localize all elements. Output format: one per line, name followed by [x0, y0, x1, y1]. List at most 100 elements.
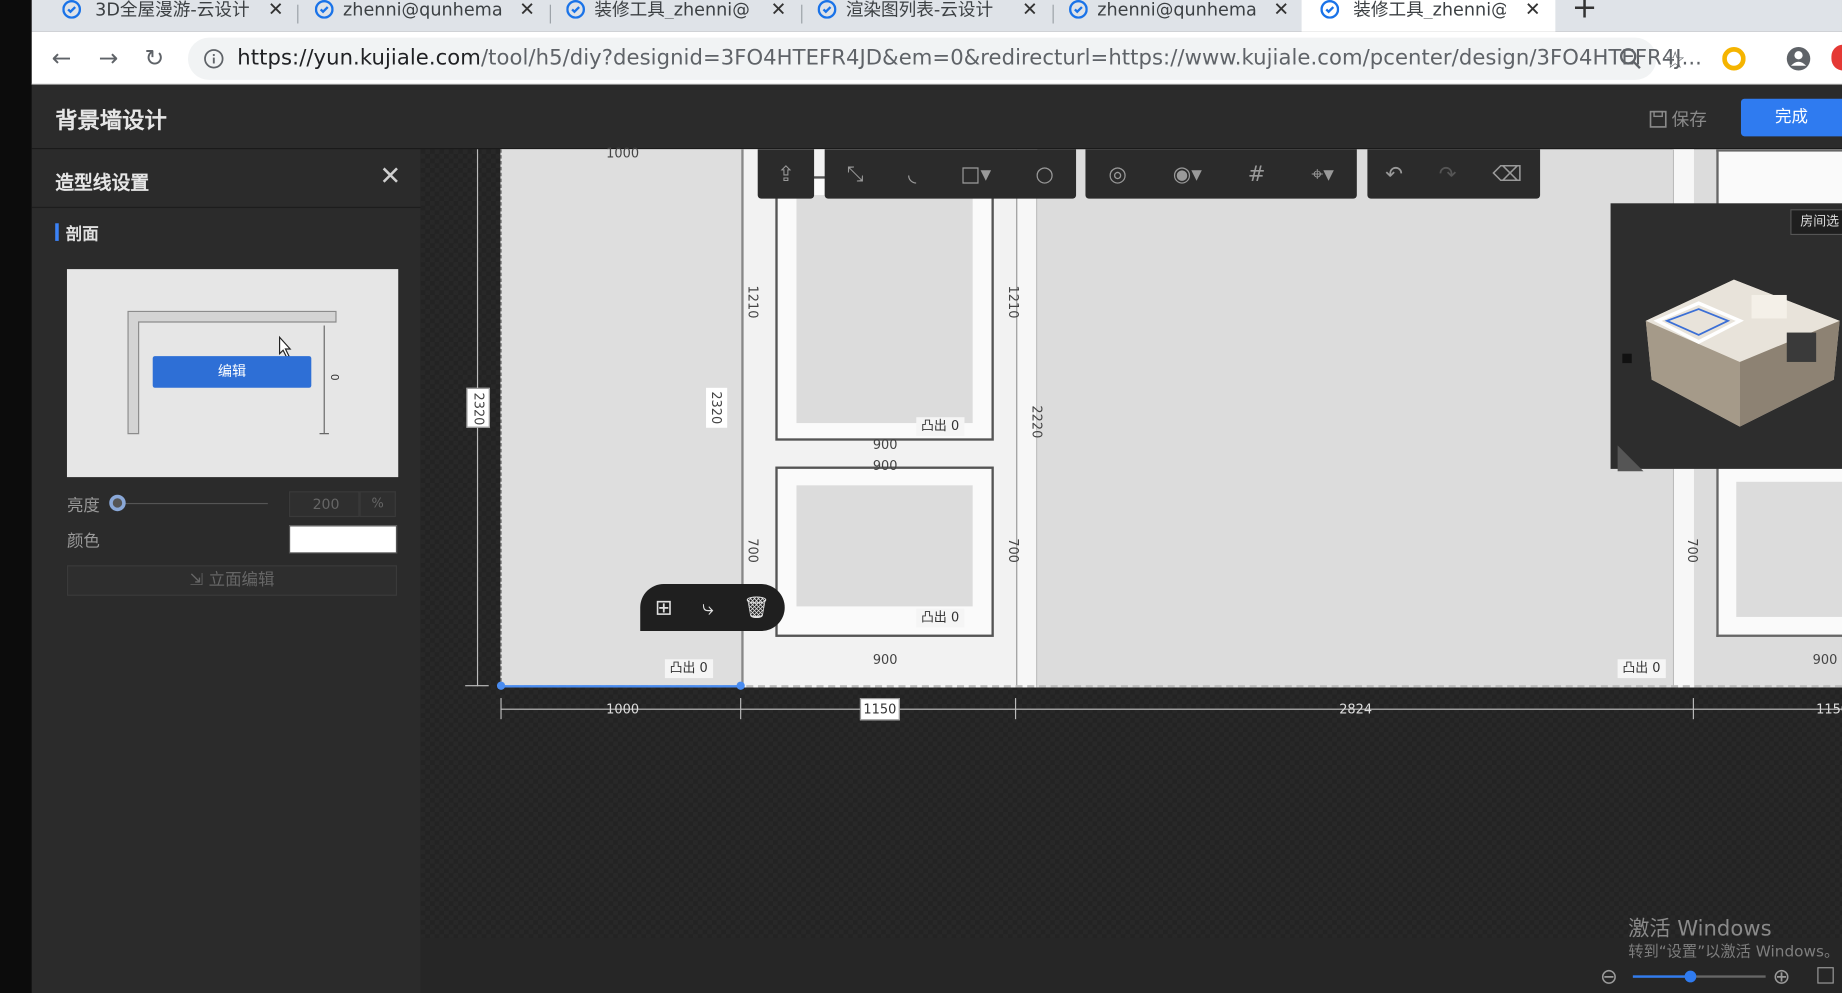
tab-close-icon[interactable]: ✕: [771, 0, 787, 19]
path-tool-icon[interactable]: ⤷: [702, 595, 714, 620]
dimension-label: 700: [1684, 538, 1700, 563]
redo-icon[interactable]: ↷: [1439, 162, 1457, 187]
brightness-slider-track[interactable]: [117, 502, 268, 505]
tab-close-icon[interactable]: ✕: [1525, 0, 1541, 19]
add-frame-icon[interactable]: ⊞: [655, 595, 673, 620]
selection-handle[interactable]: [736, 681, 745, 690]
save-label: 保存: [1671, 109, 1707, 131]
selection-handle[interactable]: [496, 681, 506, 690]
dimension-label: 900: [872, 437, 898, 453]
color-swatch[interactable]: [288, 525, 398, 554]
toolbar-group-upload: ⇪: [757, 149, 815, 199]
brightness-input[interactable]: 200: [288, 491, 360, 518]
site-favicon-icon: [1320, 0, 1340, 19]
browser-tab-1[interactable]: 3D全屋漫游-云设计 ✕: [32, 0, 297, 32]
site-favicon-icon: [817, 0, 837, 19]
zoom-in-icon[interactable]: ⊕: [1773, 965, 1791, 990]
protrusion-tag: 凸出 0: [916, 417, 964, 436]
dimension-label: 1210: [744, 285, 761, 319]
resize-corner-icon[interactable]: [1617, 445, 1644, 472]
preview-dimension: 0: [327, 373, 340, 381]
line-tool-icon[interactable]: ⤡: [847, 162, 864, 187]
toolbar-group-draw: ⤡ ◟ □▾ ○: [824, 149, 1077, 199]
arc-tool-icon[interactable]: ◟: [908, 162, 916, 187]
site-favicon-icon: [62, 0, 82, 19]
eraser-icon[interactable]: ⌫: [1492, 162, 1522, 187]
brightness-slider-handle[interactable]: [109, 494, 126, 512]
edit-profile-button[interactable]: 编辑: [152, 356, 312, 388]
save-icon: [1649, 110, 1667, 128]
brightness-unit: %: [359, 491, 396, 518]
selected-edge[interactable]: [500, 685, 742, 688]
zoom-slider-handle[interactable]: [1684, 970, 1697, 983]
dimension-input[interactable]: 1150: [859, 698, 900, 721]
undo-icon[interactable]: ↶: [1385, 162, 1403, 187]
dimension-label: 1210: [1005, 285, 1021, 319]
eye-visibility-icon[interactable]: ◉▾: [1173, 162, 1202, 187]
elevation-edit-button[interactable]: ⇲ 立面编辑: [66, 565, 398, 596]
dimension-label: 2220: [1029, 405, 1045, 439]
page-title: 背景墙设计: [55, 108, 167, 134]
back-arrow-icon[interactable]: ←: [52, 45, 72, 71]
tab-close-icon[interactable]: ✕: [1022, 0, 1038, 19]
target-tool-icon[interactable]: ◎: [1108, 162, 1126, 187]
rectangle-tool-icon[interactable]: □▾: [961, 162, 992, 187]
3d-minimap[interactable]: [1610, 203, 1842, 472]
app-header: [31, 84, 1842, 150]
dimension-box: 2320: [706, 387, 728, 428]
zoom-search-icon[interactable]: [1619, 47, 1642, 75]
forward-arrow-icon[interactable]: →: [99, 45, 119, 71]
section-accent: [55, 223, 59, 241]
browser-tab-4[interactable]: 渲染图列表-云设计 ✕: [787, 0, 1038, 32]
dimension-label: 1000: [606, 701, 640, 717]
dimension-tick: [465, 685, 489, 687]
toolbar-group-history: ↶ ↷ ⌫: [1367, 149, 1541, 199]
browser-tab-6-active[interactable]: 装修工具_zhenni@ ✕: [1301, 0, 1556, 32]
trash-icon[interactable]: 🗑: [743, 595, 770, 620]
browser-tab-2[interactable]: zhenni@qunhemai ✕: [284, 0, 535, 32]
room-select-button[interactable]: 房间选: [1790, 209, 1842, 236]
windows-activation-title: 激活 Windows: [1628, 916, 1772, 942]
dimension-label: 1000: [606, 145, 640, 161]
close-icon[interactable]: ✕: [379, 162, 401, 191]
dimension-label: 700: [1005, 538, 1021, 563]
tab-close-icon[interactable]: ✕: [1273, 0, 1289, 19]
right-panel-inset: [1736, 481, 1842, 617]
lower-panel-inset: [796, 485, 973, 607]
new-tab-button[interactable]: +: [1572, 0, 1598, 24]
dimension-label: 2824: [1339, 701, 1373, 717]
done-button[interactable]: 完成: [1740, 98, 1842, 137]
dimension-label: 900: [872, 652, 898, 668]
url-text[interactable]: https://yun.kujiale.com/tool/h5/diy?desi…: [237, 45, 1702, 73]
extension-icon[interactable]: [1722, 47, 1746, 75]
fit-screen-icon[interactable]: [1817, 967, 1834, 984]
browser-tab-5[interactable]: zhenni@qunhemai ✕: [1038, 0, 1289, 32]
site-favicon-icon: [566, 0, 586, 19]
tab-title: zhenni@qunhemai: [1097, 0, 1256, 19]
grid-icon[interactable]: #: [1248, 162, 1266, 187]
site-info-icon[interactable]: [203, 48, 224, 74]
tab-close-icon[interactable]: ✕: [268, 0, 284, 19]
dimension-label: 900: [872, 458, 898, 474]
tab-title: 装修工具_zhenni@: [1353, 0, 1507, 19]
bookmark-star-icon[interactable]: ☆: [1665, 46, 1686, 74]
dimension-box[interactable]: 2320: [466, 387, 490, 428]
section-title: 剖面: [65, 225, 99, 245]
profile-avatar-icon[interactable]: [1786, 46, 1812, 77]
brightness-label: 亮度: [66, 497, 100, 516]
selection-toolbar: ⊞ ⤷ 🗑: [640, 584, 785, 632]
dimension-line: [500, 708, 1842, 710]
circle-tool-icon[interactable]: ○: [1035, 162, 1053, 187]
tab-close-icon[interactable]: ✕: [519, 0, 535, 19]
zoom-slider-fill: [1632, 975, 1690, 978]
upload-icon[interactable]: ⇪: [777, 162, 795, 187]
reload-icon[interactable]: ↻: [144, 45, 164, 71]
dimension-tick: [1692, 698, 1694, 720]
save-button[interactable]: 保存: [1649, 107, 1707, 132]
upper-panel-inset: [796, 195, 973, 424]
site-favicon-icon: [1069, 0, 1088, 19]
zoom-out-icon[interactable]: ⊖: [1600, 965, 1618, 990]
browser-tab-3[interactable]: 装修工具_zhenni@ ✕: [536, 0, 787, 32]
magnet-snap-icon[interactable]: ⌖▾: [1311, 162, 1334, 187]
dimension-tick: [1014, 698, 1017, 720]
